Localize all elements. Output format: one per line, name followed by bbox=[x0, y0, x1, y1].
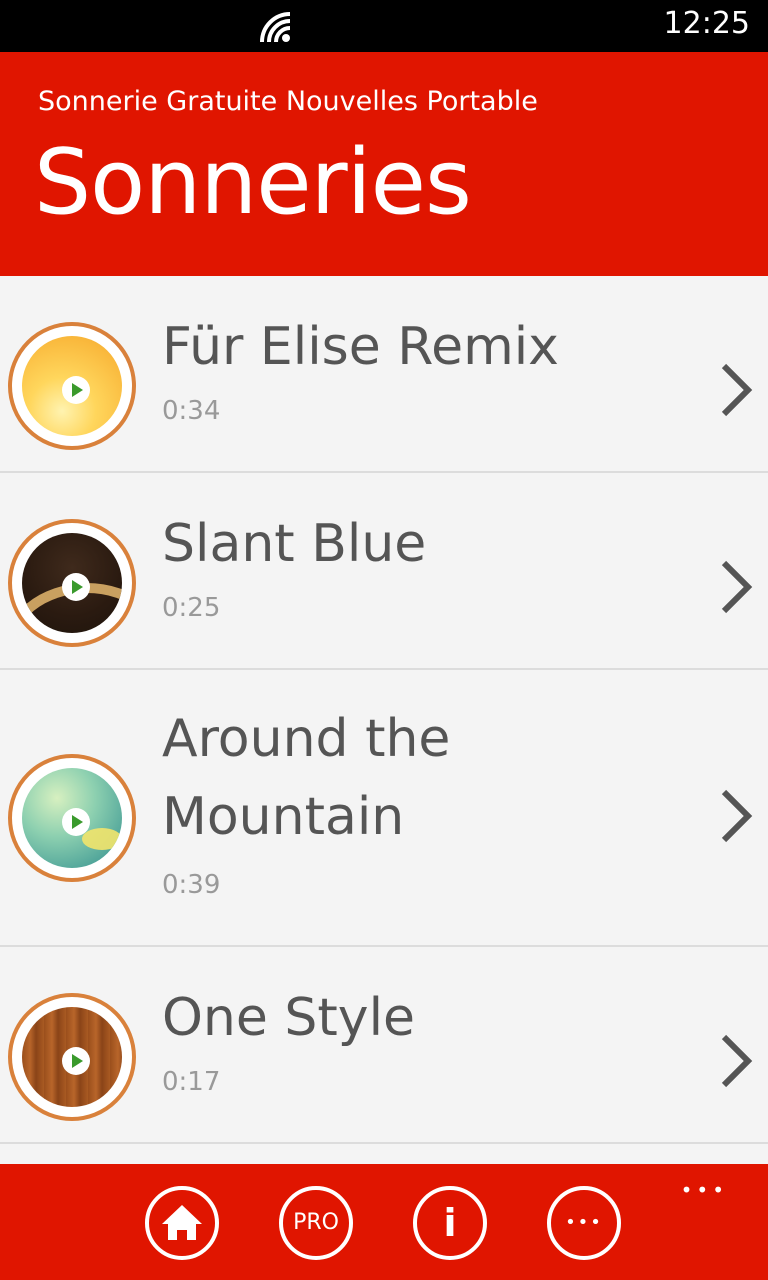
chevron-right-icon[interactable] bbox=[718, 559, 754, 615]
info-icon: i bbox=[443, 1201, 457, 1245]
ringtone-duration: 0:17 bbox=[162, 1067, 221, 1097]
ringtone-title: Für Elise Remix bbox=[162, 317, 559, 377]
play-icon bbox=[62, 573, 90, 601]
ringtone-title: One Style bbox=[162, 988, 416, 1048]
info-button[interactable]: i bbox=[413, 1186, 487, 1260]
app-bar: PRO i ••• ••• bbox=[0, 1164, 768, 1280]
ringtone-duration: 0:39 bbox=[162, 870, 221, 900]
play-icon bbox=[62, 808, 90, 836]
play-button[interactable] bbox=[8, 754, 136, 882]
header: Sonnerie Gratuite Nouvelles Portable Son… bbox=[0, 52, 768, 276]
ringtone-title-line1: Around the bbox=[162, 709, 451, 769]
app-title: Sonnerie Gratuite Nouvelles Portable bbox=[38, 86, 538, 117]
ringtone-title-line2: Mountain bbox=[162, 787, 405, 847]
status-bar: 12:25 bbox=[0, 0, 768, 52]
home-icon bbox=[162, 1205, 202, 1240]
ringtone-duration: 0:25 bbox=[162, 593, 221, 623]
clock: 12:25 bbox=[663, 6, 750, 41]
page-title: Sonneries bbox=[34, 130, 472, 235]
ringtone-row[interactable]: Around the Mountain 0:39 bbox=[0, 670, 768, 947]
play-icon bbox=[62, 1047, 90, 1075]
ringtone-row[interactable]: Slant Blue 0:25 bbox=[0, 473, 768, 670]
play-button[interactable] bbox=[8, 519, 136, 647]
ringtone-title: Slant Blue bbox=[162, 514, 427, 574]
more-options-button[interactable]: ••• bbox=[547, 1186, 621, 1260]
app-bar-ellipsis[interactable]: ••• bbox=[681, 1178, 728, 1202]
more-icon: ••• bbox=[565, 1212, 603, 1233]
pro-icon: PRO bbox=[293, 1210, 339, 1235]
play-button[interactable] bbox=[8, 993, 136, 1121]
play-icon bbox=[62, 376, 90, 404]
home-button[interactable] bbox=[145, 1186, 219, 1260]
ringtone-row[interactable]: Für Elise Remix 0:34 bbox=[0, 276, 768, 473]
chevron-right-icon[interactable] bbox=[718, 1033, 754, 1089]
ringtone-list: Für Elise Remix 0:34 Slant Blue 0:25 Aro… bbox=[0, 276, 768, 1144]
play-button[interactable] bbox=[8, 322, 136, 450]
ringtone-row[interactable]: One Style 0:17 bbox=[0, 947, 768, 1144]
chevron-right-icon[interactable] bbox=[718, 788, 754, 844]
ringtone-duration: 0:34 bbox=[162, 396, 221, 426]
wifi-signal-icon bbox=[260, 12, 291, 43]
chevron-right-icon[interactable] bbox=[718, 362, 754, 418]
pro-button[interactable]: PRO bbox=[279, 1186, 353, 1260]
